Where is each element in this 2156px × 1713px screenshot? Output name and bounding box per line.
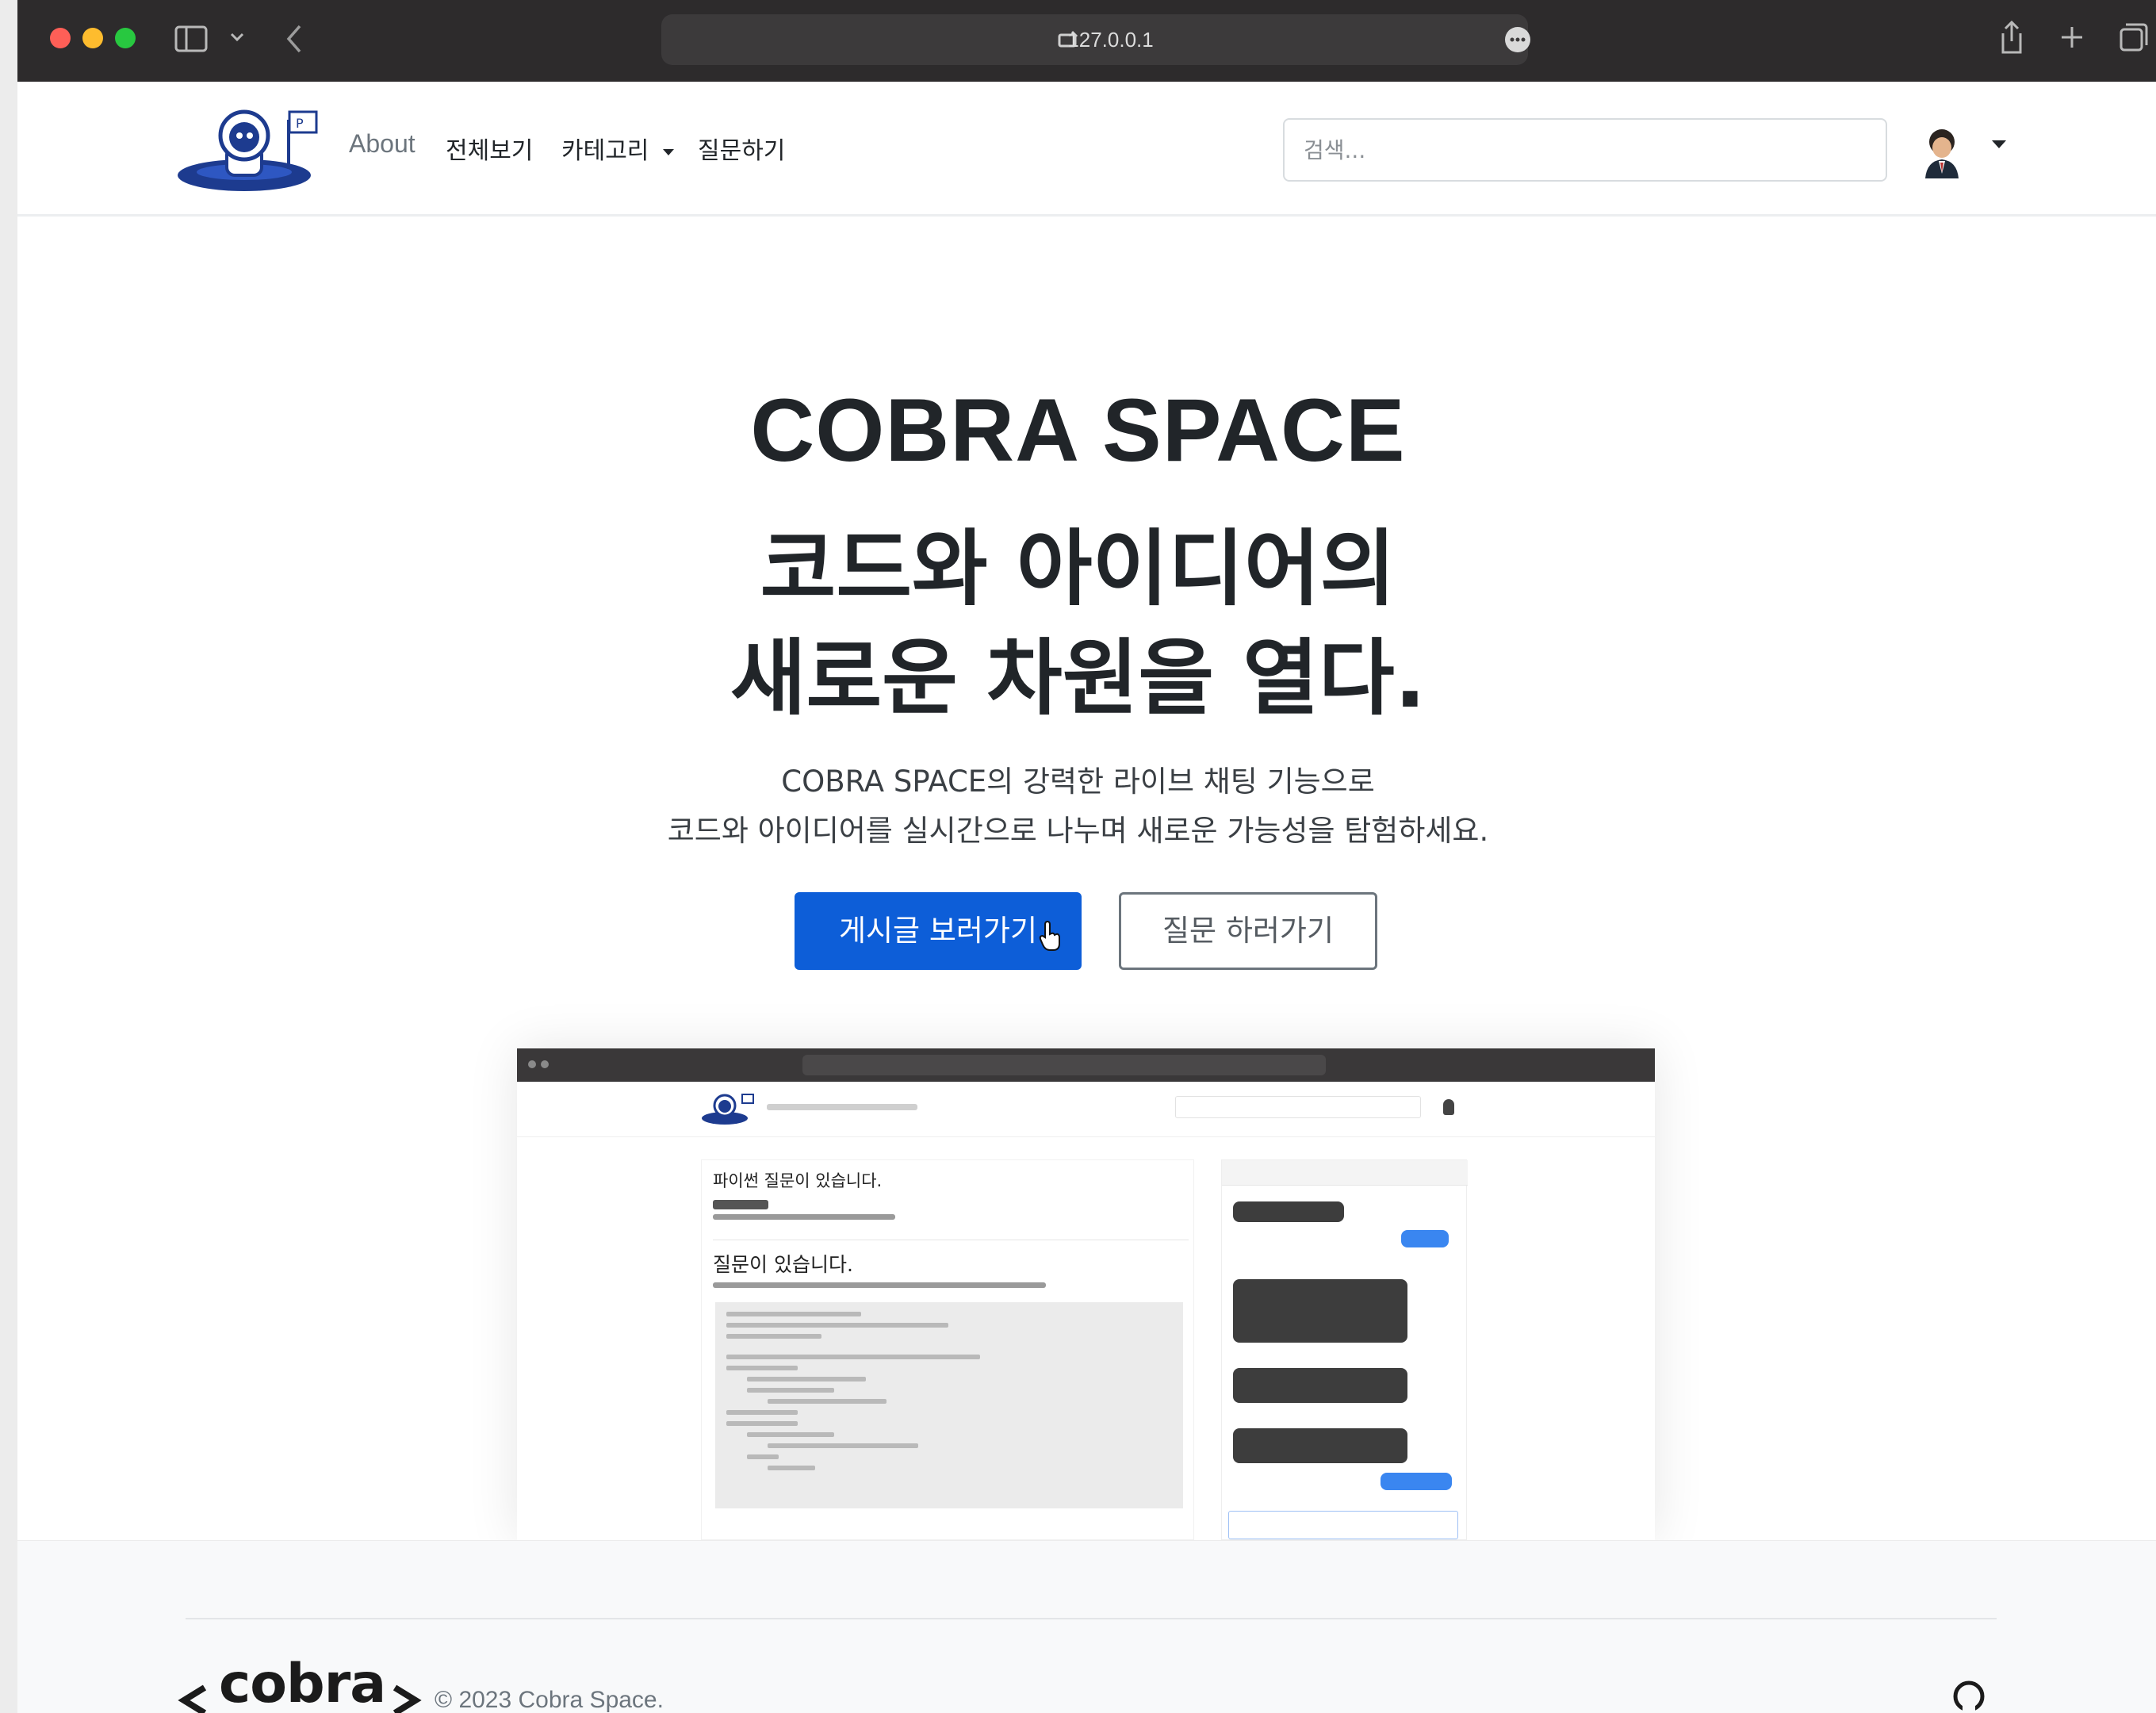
share-icon[interactable]: [1998, 19, 2025, 56]
site-navbar: P About 전체보기 카테고리 질문하기: [17, 82, 2156, 217]
preview-post-title: 파이썬 질문이 있습니다.: [713, 1171, 883, 1190]
hero-title-line3: 새로운 차원을 열다.: [730, 630, 1426, 726]
code-line: [726, 1366, 798, 1370]
back-icon[interactable]: [285, 24, 303, 54]
view-posts-label: 게시글 보러가기: [838, 914, 1038, 948]
window-edge: [0, 0, 17, 1713]
code-line: [726, 1355, 980, 1359]
code-line: [726, 1312, 861, 1316]
nav-about[interactable]: About: [349, 129, 415, 159]
preview-avatar: [1443, 1099, 1454, 1115]
avatar[interactable]: [1922, 128, 1962, 178]
preview-logo: [702, 1094, 754, 1125]
preview-dot: [541, 1060, 549, 1068]
ask-question-button[interactable]: 질문 하러가기: [1119, 892, 1377, 970]
code-line: [747, 1377, 866, 1382]
chat-bubble-me: [1381, 1473, 1452, 1490]
page: 127.0.0.1 P About 전체보기 카테고리 질문하기 검색... C…: [0, 0, 2156, 1713]
footer-divider: [186, 1618, 1997, 1619]
minimize-window-button[interactable]: [82, 28, 103, 48]
preview-browser-bar: [517, 1048, 1655, 1082]
preview-code-block: [715, 1302, 1183, 1508]
hero-subtitle: COBRA SPACE의 강력한 라이브 채팅 기능으로: [781, 765, 1375, 799]
code-line: [768, 1443, 918, 1448]
code-line: [768, 1399, 887, 1404]
search-input[interactable]: [1283, 118, 1887, 182]
preview-dot: [528, 1060, 536, 1068]
brand-bracket-right-icon: [393, 1684, 422, 1713]
chat-bubble: [1233, 1201, 1344, 1222]
nav-all-posts[interactable]: 전체보기: [446, 131, 533, 166]
code-line: [768, 1466, 815, 1470]
code-line: [726, 1421, 798, 1426]
cursor-icon: [1039, 920, 1060, 951]
hero-title-line2: 코드와 아이디어의: [760, 520, 1396, 617]
tabs-icon[interactable]: [2119, 22, 2149, 52]
preview-navbar: [517, 1082, 1655, 1137]
nav-ask-question[interactable]: 질문하기: [698, 131, 785, 166]
preview-nav-links: [767, 1104, 917, 1110]
zoom-window-button[interactable]: [115, 28, 136, 48]
preview-chat-input: [1228, 1511, 1458, 1539]
chat-bubble: [1233, 1279, 1407, 1343]
browser-toolbar: 127.0.0.1: [17, 0, 2156, 82]
chat-bubble-me: [1401, 1230, 1449, 1247]
chat-bubble: [1233, 1428, 1407, 1463]
svg-text:P: P: [296, 116, 304, 131]
address-bar[interactable]: 127.0.0.1: [661, 14, 1530, 65]
code-line: [747, 1432, 834, 1437]
nav-category-label: 카테고리: [561, 137, 649, 165]
close-window-button[interactable]: [50, 28, 71, 48]
app-preview-image: 파이썬 질문이 있습니다. 질문이 있습니다.: [517, 1048, 1655, 1540]
site-logo[interactable]: P: [176, 104, 328, 194]
github-icon[interactable]: [1952, 1680, 1986, 1713]
chat-bubble: [1233, 1368, 1407, 1403]
brand-bracket-left-icon: [178, 1684, 207, 1713]
preview-post-heading: 질문이 있습니다.: [713, 1253, 853, 1276]
footer-brand[interactable]: cobra: [219, 1653, 386, 1713]
caret-down-icon[interactable]: [1990, 139, 2008, 150]
ask-question-label: 질문 하러가기: [1162, 914, 1334, 948]
nav-category[interactable]: 카테고리: [561, 131, 676, 166]
preview-chat-header: [1222, 1160, 1468, 1186]
preview-post-body: [713, 1282, 1046, 1288]
more-icon[interactable]: [1503, 25, 1532, 54]
code-line: [726, 1323, 948, 1328]
code-line: [747, 1388, 834, 1393]
caret-down-icon: [662, 148, 674, 155]
sidebar-icon[interactable]: [174, 25, 208, 52]
code-line: [726, 1334, 821, 1339]
url-text: 127.0.0.1: [1067, 28, 1154, 52]
code-line: [726, 1410, 798, 1415]
preview-tag-badge: [713, 1200, 768, 1209]
plus-icon[interactable]: [2060, 25, 2084, 49]
preview-post-meta: [713, 1214, 895, 1220]
footer-copyright: © 2023 Cobra Space.: [435, 1687, 664, 1713]
preview-chat-panel: [1221, 1159, 1468, 1540]
preview-search: [1175, 1096, 1421, 1118]
hero-subtitle-line2: 코드와 아이디어를 실시간으로 나누며 새로운 가능성을 탐험하세요.: [667, 814, 1489, 848]
code-line: [747, 1454, 779, 1459]
hero-title: COBRA SPACE: [750, 381, 1406, 480]
chevron-down-icon[interactable]: [230, 32, 244, 43]
preview-address-bar: [802, 1055, 1326, 1075]
